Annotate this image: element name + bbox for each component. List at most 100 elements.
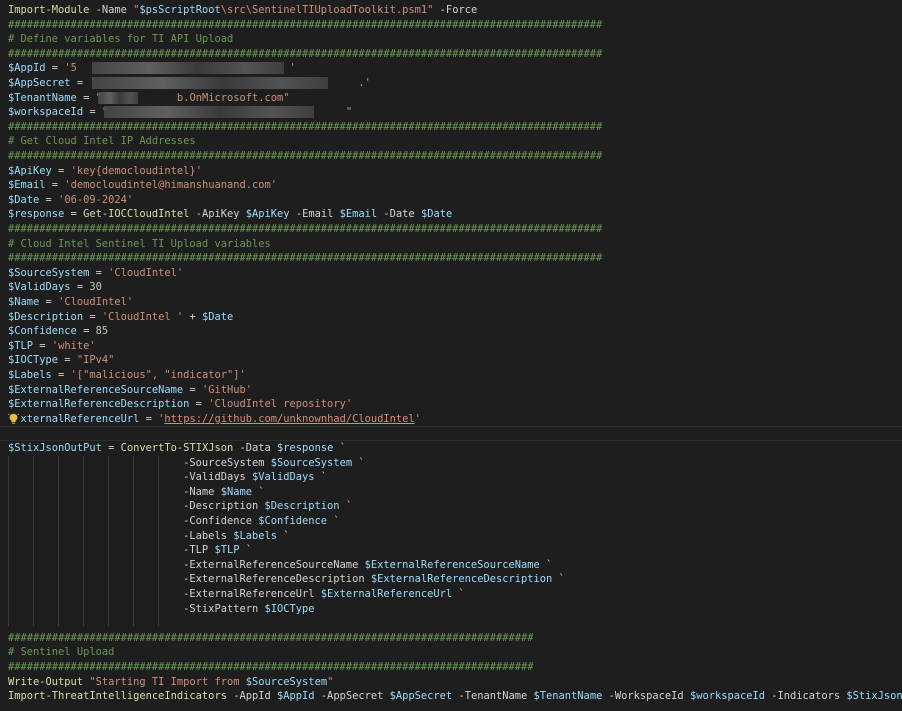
code-line[interactable]: $ExternalReferenceSourceName = 'GitHub' [0,383,902,398]
code-token: ' [414,412,421,425]
code-token: $TenantName [533,690,603,703]
code-line[interactable]: -ValidDays $ValidDays ` [0,470,902,485]
code-line[interactable]: -ExternalReferenceDescription $ExternalR… [0,572,902,587]
code-token: $Name [8,296,40,308]
code-line[interactable]: ########################################… [0,120,902,135]
code-line[interactable]: ########################################… [0,47,902,62]
code-token: $AppSecret [389,690,453,703]
code-line[interactable]: $IOCType = "IPv4" [0,353,902,368]
code-token: -ExternalReferenceDescription [8,573,371,586]
code-token: ########################################… [8,18,603,31]
code-token: ########################################… [8,47,603,60]
code-line[interactable]: ########################################… [0,251,902,266]
code-token: $ExternalReferenceSourceName [8,383,184,396]
code-line[interactable]: -Name $Name ` [0,485,902,500]
code-token: 'CloudIntel repository' [208,398,353,411]
code-token: ` [327,515,340,527]
code-line[interactable]: ########################################… [0,149,902,164]
code-token: https://github.com/unknownhad/CloudIntel [164,412,415,425]
code-token: -ApiKey [189,208,246,221]
code-token: 'CloudIntel ' [101,310,184,323]
code-token: + [183,310,202,323]
code-line[interactable]: $Email = 'democloudintel@himanshuanand.c… [0,178,902,193]
code-token: $Description [8,310,84,323]
code-line[interactable]: -SourceSystem $SourceSystem ` [0,456,902,471]
code-token: Import-Module [8,4,90,16]
code-token: = [58,354,77,367]
code-line[interactable]: $Name = 'CloudIntel' [0,295,902,310]
code-token: -ExternalReferenceSourceName [8,558,365,571]
code-token: -TenantName [452,690,534,703]
indent-guide [58,455,59,627]
code-line[interactable]: -Labels $Labels ` [0,529,902,544]
code-line[interactable]: $ExternalReferenceDescription = 'CloudIn… [0,397,902,412]
code-line[interactable]: ########################################… [0,18,902,33]
code-line[interactable]: $response = Get-IOCCloudIntel -ApiKey $A… [0,207,902,222]
code-token: ` [251,485,265,498]
code-token: = [83,310,102,323]
code-line[interactable]: ########################################… [0,631,902,646]
code-line[interactable]: Write-Output "Starting TI Import from $S… [0,675,902,690]
code-line[interactable]: $StixJsonOutPut = ConvertTo-STIXJson -Da… [0,441,902,456]
code-line[interactable]: ########################################… [0,660,902,675]
code-token: $response [277,442,334,454]
code-token: $ValidDays [251,471,315,484]
code-line[interactable]: $SourceSystem = 'CloudIntel' [0,266,902,281]
code-line[interactable] [0,616,902,631]
code-line[interactable]: xternalReferenceUrl = 'https://github.co… [0,412,902,427]
code-editor[interactable]: Import-Module -Name " $psScriptRoot\src\S… [0,0,902,711]
code-token: " [345,106,353,119]
code-line[interactable]: # Cloud Intel Sentinel TI Upload variabl… [0,237,902,252]
code-token: $response [8,208,65,221]
code-token: Import-ThreatIntelligenceIndicators [8,690,227,703]
code-line[interactable]: ########################################… [0,222,902,237]
code-token: '06-09-2024' [58,193,134,206]
code-line[interactable]: $Confidence = 85 [0,324,902,339]
code-line[interactable]: -ExternalReferenceSourceName $ExternalRe… [0,558,902,573]
code-line[interactable]: -Description $Description ` [0,499,902,514]
code-token: = [51,164,71,177]
code-token: $workspaceId [689,690,766,703]
code-token: = [45,179,65,192]
code-line[interactable]: # Get Cloud Intel IP Addresses [0,134,902,149]
code-line[interactable]: $TLP = 'white' [0,339,902,354]
code-line[interactable]: # Sentinel Upload [0,645,902,660]
code-line[interactable]: -StixPattern $IOCType [0,602,902,617]
redacted-value [92,77,328,89]
lightbulb-icon[interactable] [8,413,19,425]
code-line[interactable]: $Description = 'CloudIntel ' + $Date [0,310,902,325]
redacted-value [92,62,284,75]
indent-guide [108,455,109,627]
code-line[interactable]: -TLP $TLP ` [0,543,902,558]
code-token: = [101,442,121,454]
code-token: $SourceSystem [245,675,328,688]
code-line[interactable]: -ExternalReferenceUrl $ExternalReference… [0,587,902,602]
code-line[interactable] [0,426,902,441]
code-line[interactable]: $ValidDays = 30 [0,280,902,295]
code-token: .' [358,77,371,89]
code-token: ConvertTo-STIXJson [120,442,234,454]
code-line[interactable]: $Labels = '["malicious", "indicator"]' [0,368,902,383]
code-token: = [70,281,90,294]
code-token: $AppId [277,690,315,703]
code-token: $SourceSystem [270,456,353,469]
code-token: ` [239,544,252,557]
code-token: $AppId [8,62,46,75]
code-line[interactable]: $Date = '06-09-2024' [0,193,902,208]
code-token: $Date [201,310,234,323]
code-token: 85 [95,325,109,338]
code-token: $Confidence [258,515,328,527]
code-line[interactable]: Import-Module -Name "$psScriptRoot\src\S… [0,3,902,18]
code-token: Get-IOCCloudIntel [83,208,190,221]
code-token: Write-Output [8,675,84,688]
code-token: -ExternalReferenceUrl [8,588,321,600]
code-token: $IOCType [264,602,315,615]
code-token: $TenantName [8,91,77,104]
code-token: -Name [89,4,134,16]
code-line[interactable]: $ApiKey = 'key{democloudintel}' [0,164,902,179]
code-line[interactable]: # Define variables for TI API Upload [0,32,902,47]
code-token: 'democloudintel@himanshuanand.com' [64,179,278,192]
code-token: -Indicators [765,690,847,703]
code-line[interactable]: -Confidence $Confidence ` [0,514,902,529]
code-line[interactable]: Import-ThreatIntelligenceIndicators -App… [0,689,902,704]
